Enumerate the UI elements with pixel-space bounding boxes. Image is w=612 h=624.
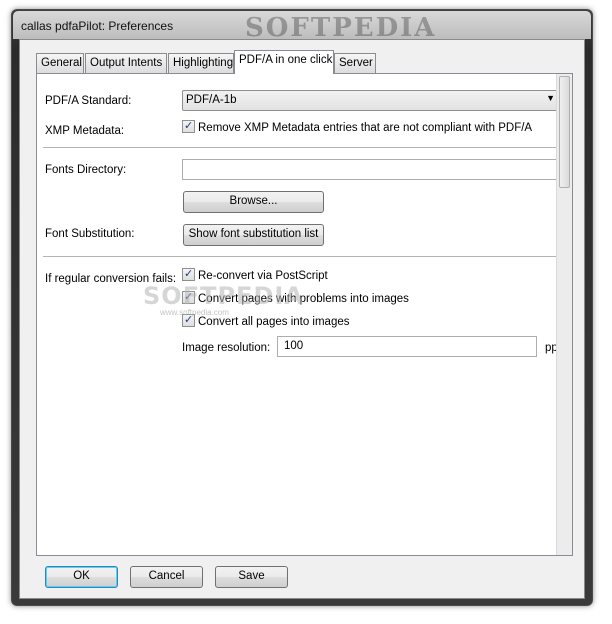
reconvert-checkbox-row[interactable]: ✓ Re-convert via PostScript — [182, 268, 328, 282]
pdfa-settings-panel: PDF/A Standard: PDF/A-1b ▼ XMP Metadata:… — [36, 73, 573, 556]
separator-1 — [43, 147, 559, 148]
tab-general[interactable]: General — [36, 53, 84, 73]
dropdown-arrow-icon: ▼ — [546, 93, 555, 103]
separator-2 — [43, 256, 559, 257]
convert-all-pages-label: Convert all pages into images — [198, 316, 350, 328]
image-resolution-input[interactable]: 100 — [277, 336, 537, 357]
ok-button[interactable]: OK — [45, 566, 118, 588]
fonts-directory-label: Fonts Directory: — [45, 164, 127, 176]
tab-highlighting[interactable]: Highlighting — [168, 53, 234, 73]
reconvert-checkbox[interactable]: ✓ — [182, 268, 195, 281]
cancel-button[interactable]: Cancel — [130, 566, 203, 588]
reconvert-checkbox-label: Re-convert via PostScript — [198, 270, 328, 282]
show-font-substitution-button[interactable]: Show font substitution list — [183, 224, 324, 246]
fonts-directory-input[interactable] — [182, 159, 560, 180]
title-bar[interactable]: callas pdfaPilot: Preferences SOFTPEDIA — [13, 11, 591, 43]
window-title: callas pdfaPilot: Preferences — [21, 19, 174, 33]
save-button[interactable]: Save — [215, 566, 288, 588]
dialog-client-area: General Output Intents Highlighting PDF/… — [19, 39, 585, 599]
scrollbar-thumb[interactable] — [559, 76, 570, 188]
remove-xmp-checkbox[interactable]: ✓ — [182, 120, 195, 133]
tab-server[interactable]: Server — [334, 53, 376, 73]
checkmark-icon: ✓ — [184, 120, 194, 132]
pdfa-standard-dropdown[interactable]: PDF/A-1b ▼ — [182, 90, 560, 111]
browse-button[interactable]: Browse... — [183, 191, 324, 213]
tab-output-intents[interactable]: Output Intents — [85, 53, 167, 73]
xmp-metadata-label: XMP Metadata: — [45, 125, 125, 137]
checkmark-icon: ✓ — [184, 268, 194, 280]
pdfa-standard-value: PDF/A-1b — [186, 94, 237, 106]
remove-xmp-checkbox-row[interactable]: ✓ Remove XMP Metadata entries that are no… — [182, 120, 532, 134]
tab-pdfa-in-one-click[interactable]: PDF/A in one click — [234, 50, 334, 74]
remove-xmp-checkbox-label: Remove XMP Metadata entries that are not… — [198, 122, 533, 134]
softpedia-ghost-watermark: SOFTPEDIA — [143, 282, 304, 310]
vertical-scrollbar[interactable] — [556, 74, 572, 555]
softpedia-ghost-url: www.softpedia.com — [160, 308, 229, 317]
font-substitution-label: Font Substitution: — [45, 228, 135, 240]
pdfa-standard-label: PDF/A Standard: — [45, 95, 132, 107]
image-resolution-label: Image resolution: — [182, 342, 271, 354]
